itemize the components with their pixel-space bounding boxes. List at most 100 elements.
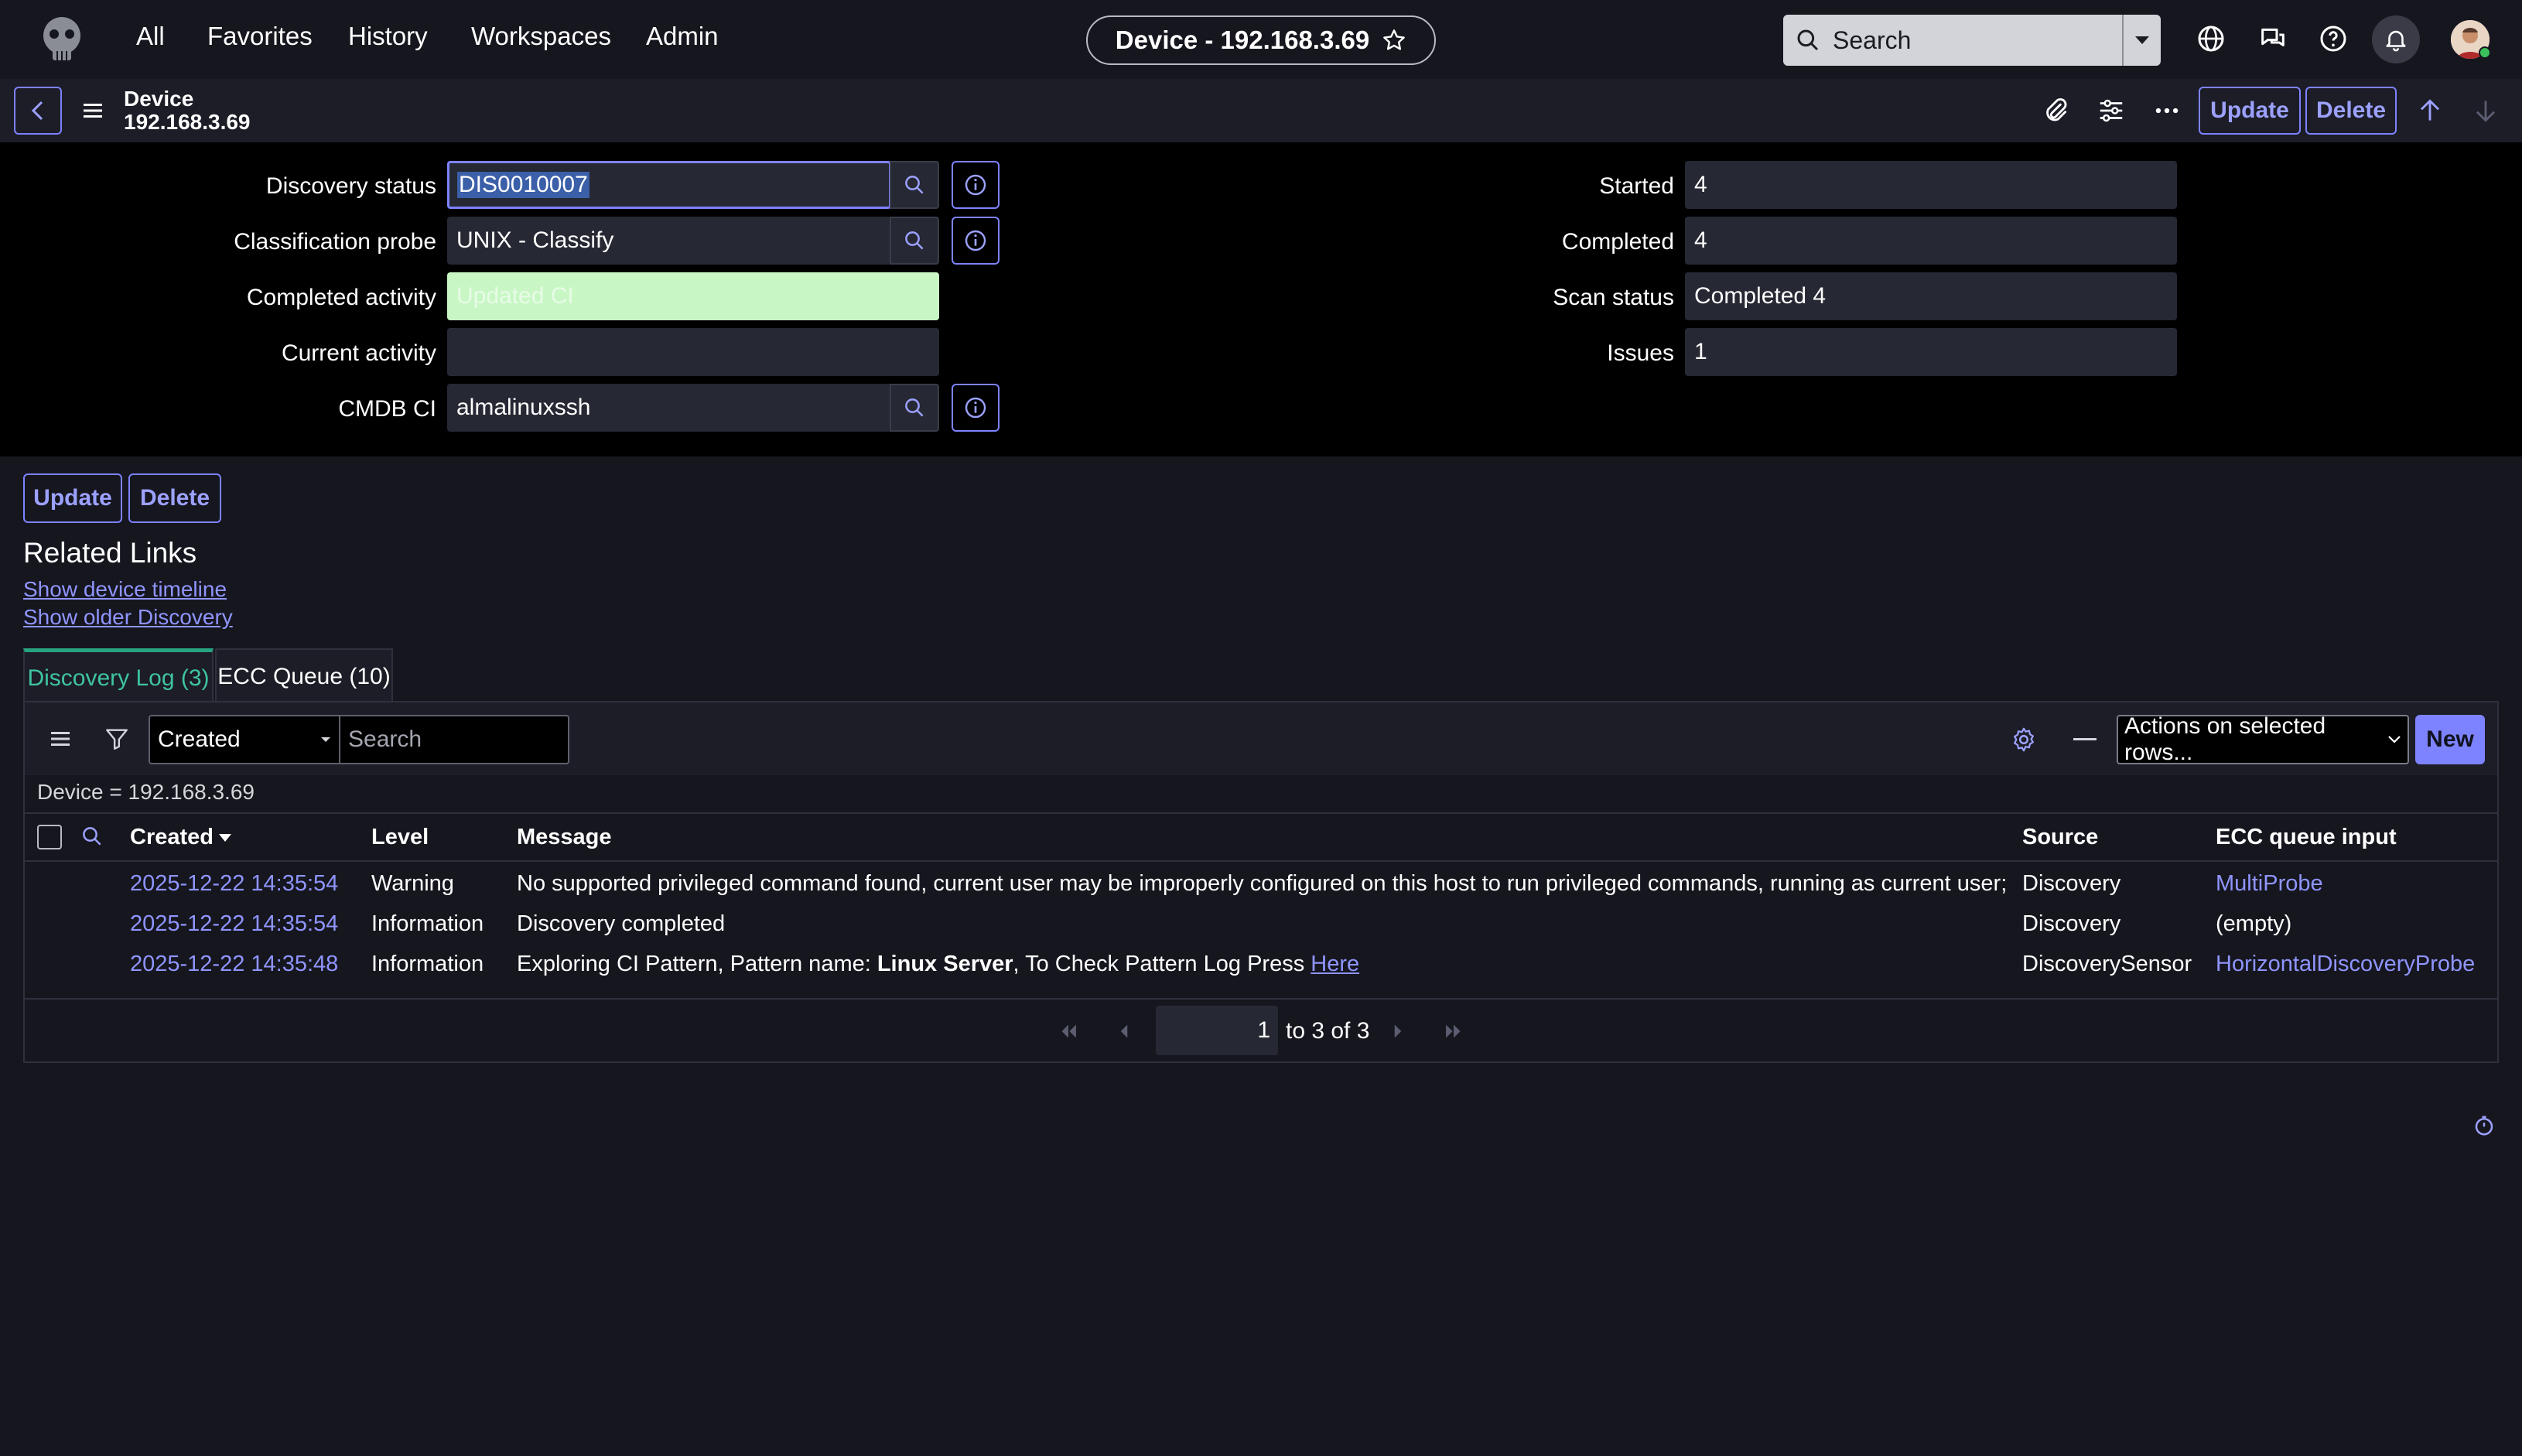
scan-status-label: Scan status [1553, 285, 1674, 310]
arrow-up-icon[interactable] [2415, 96, 2445, 125]
breadcrumb[interactable]: Device = 192.168.3.69 [37, 780, 255, 805]
info-icon [963, 228, 988, 253]
record-title-pill[interactable]: Device - 192.168.3.69 [1086, 15, 1436, 65]
completed-activity-field: Updated CI [447, 272, 939, 320]
table-bottom-border [25, 998, 2497, 1000]
attachment-icon[interactable] [2041, 96, 2070, 125]
discovery-status-field[interactable]: DIS0010007 [447, 161, 891, 209]
row-1-level: Warning [371, 871, 454, 896]
nav-all[interactable]: All [136, 22, 165, 51]
form-table-name: Device [124, 87, 194, 111]
collapse-minus-icon[interactable] [2073, 738, 2097, 740]
column-header-created[interactable]: Created [130, 825, 214, 850]
column-header-ecc-queue-input[interactable]: ECC queue input [2216, 825, 2397, 850]
delete-button[interactable]: Delete [128, 473, 221, 523]
nav-admin[interactable]: Admin [646, 22, 719, 51]
completed-activity-label: Completed activity [246, 285, 436, 310]
column-header-source[interactable]: Source [2022, 825, 2098, 850]
list-context-menu-icon[interactable] [50, 729, 71, 749]
table-header-bottom-border [25, 860, 2497, 862]
tab-ecc-queue[interactable]: ECC Queue (10) [215, 648, 393, 704]
globe-icon[interactable] [2196, 23, 2226, 54]
personalize-sliders-icon[interactable] [2097, 96, 2126, 125]
row-1-created-link[interactable]: 2025-12-22 14:35:54 [130, 871, 338, 897]
nav-history[interactable]: History [348, 22, 428, 51]
row-1-ecc-link[interactable]: MultiProbe [2216, 871, 2323, 897]
classification-probe-info-button[interactable] [952, 217, 1000, 265]
notifications-bell-icon[interactable] [2372, 15, 2420, 63]
classification-probe-lookup-button[interactable] [890, 217, 939, 265]
completed-label: Completed [1561, 229, 1674, 255]
row-2-created-link[interactable]: 2025-12-22 14:35:54 [130, 911, 338, 937]
row-3-message-mid: , To Check Pattern Log Press [1013, 952, 1311, 976]
next-page-icon[interactable] [1385, 1018, 1411, 1044]
cmdb-ci-info-button[interactable] [952, 384, 1000, 432]
discovery-status-lookup-button[interactable] [890, 161, 939, 209]
show-older-discovery-link[interactable]: Show older Discovery [23, 605, 233, 630]
discovery-status-label: Discovery status [265, 173, 436, 199]
row-2-ecc: (empty) [2216, 911, 2292, 936]
header-update-button[interactable]: Update [2199, 87, 2301, 135]
new-button[interactable]: New [2415, 715, 2485, 764]
gear-icon[interactable] [2010, 726, 2038, 754]
chevron-down-icon[interactable] [2122, 15, 2161, 66]
row-1-message: No supported privileged command found, c… [517, 871, 2008, 896]
column-search-icon[interactable] [80, 825, 104, 848]
list-search-input[interactable]: Search [339, 715, 569, 764]
discovery-status-info-button[interactable] [952, 161, 1000, 209]
actions-on-selected-rows-select[interactable]: Actions on selected rows... [2117, 713, 2409, 765]
started-label: Started [1599, 173, 1674, 199]
cmdb-ci-field[interactable]: almalinuxssh [447, 384, 891, 432]
discovery-status-value: DIS0010007 [457, 172, 589, 198]
form-header [0, 79, 2522, 142]
more-options-icon[interactable] [2152, 96, 2182, 125]
nav-favorites[interactable]: Favorites [207, 22, 313, 51]
actions-select-value: Actions on selected rows... [2124, 713, 2326, 765]
chat-icon[interactable] [2257, 23, 2288, 54]
info-icon [963, 173, 988, 197]
cmdb-ci-label: CMDB CI [338, 396, 436, 422]
last-page-icon[interactable] [1440, 1018, 1467, 1044]
record-title: Device - 192.168.3.69 [1115, 26, 1370, 54]
issues-label: Issues [1607, 340, 1674, 366]
row-3-created-link[interactable]: 2025-12-22 14:35:48 [130, 952, 338, 977]
star-icon[interactable] [1382, 28, 1406, 53]
current-activity-field [447, 328, 939, 376]
search-field-value: Created [158, 726, 241, 752]
tab-discovery-log[interactable]: Discovery Log (3) [23, 648, 214, 704]
form-context-menu-icon[interactable] [82, 101, 104, 121]
completed-field: 4 [1685, 217, 2177, 265]
row-3-pattern-log-link[interactable]: Here [1311, 952, 1359, 976]
nav-workspaces[interactable]: Workspaces [471, 22, 611, 51]
column-header-level[interactable]: Level [371, 825, 429, 850]
started-field: 4 [1685, 161, 2177, 209]
header-delete-button[interactable]: Delete [2305, 87, 2397, 135]
cmdb-ci-lookup-button[interactable] [890, 384, 939, 432]
response-time-clock-icon[interactable] [2472, 1114, 2496, 1137]
issues-field: 1 [1685, 328, 2177, 376]
classification-probe-label: Classification probe [234, 229, 436, 255]
back-button[interactable] [14, 87, 62, 135]
update-button[interactable]: Update [23, 473, 122, 523]
help-icon[interactable] [2318, 23, 2349, 54]
global-search[interactable]: Search [1783, 15, 2161, 66]
search-field-select[interactable]: Created [149, 715, 340, 764]
global-search-input[interactable]: Search [1833, 26, 2122, 55]
search-icon [1783, 15, 1833, 66]
arrow-down-icon[interactable] [2471, 96, 2500, 125]
first-page-icon[interactable] [1055, 1018, 1082, 1044]
filter-icon[interactable] [104, 726, 130, 752]
classification-probe-field[interactable]: UNIX - Classify [447, 217, 891, 265]
previous-page-icon[interactable] [1111, 1018, 1137, 1044]
row-3-ecc-link[interactable]: HorizontalDiscoveryProbe [2216, 952, 2475, 977]
column-header-message[interactable]: Message [517, 825, 612, 850]
row-2-message: Discovery completed [517, 911, 726, 936]
sort-desc-icon[interactable] [218, 832, 232, 843]
select-all-checkbox[interactable] [37, 825, 62, 849]
current-activity-label: Current activity [281, 340, 436, 366]
show-device-timeline-link[interactable]: Show device timeline [23, 577, 227, 602]
page-number-input[interactable]: 1 [1156, 1006, 1278, 1055]
company-logo-icon[interactable] [36, 12, 88, 65]
online-status-badge [2479, 46, 2491, 59]
scan-status-field: Completed 4 [1685, 272, 2177, 320]
